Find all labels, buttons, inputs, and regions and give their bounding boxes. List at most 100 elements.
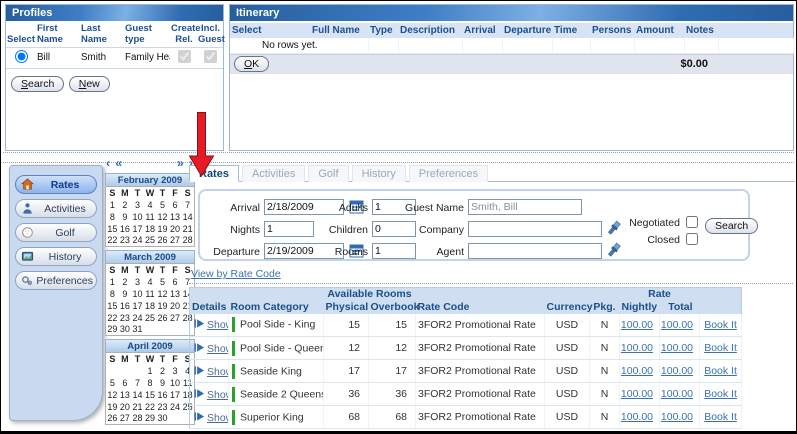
calendar-day[interactable]: 16: [119, 223, 132, 235]
calendar-day[interactable]: 5: [156, 199, 169, 211]
calendar-day[interactable]: 17: [131, 223, 144, 235]
calendar-day[interactable]: 27: [119, 413, 132, 425]
calendar-day[interactable]: 24: [131, 235, 144, 247]
calendar-day[interactable]: 7: [181, 199, 194, 211]
calendar-day[interactable]: 1: [106, 199, 119, 211]
sidebar-item-preferences[interactable]: Preferences: [15, 271, 97, 290]
calendar-day[interactable]: 19: [156, 223, 169, 235]
tab-rates[interactable]: Rates: [189, 165, 239, 182]
calendar-day[interactable]: 16: [156, 389, 169, 401]
book-it-link[interactable]: Book It: [704, 365, 737, 377]
calendar-day[interactable]: 19: [106, 401, 119, 413]
show-details-link[interactable]: Show: [194, 366, 229, 378]
total-rate-link[interactable]: 100.00: [661, 319, 693, 331]
calendar-day[interactable]: 30: [119, 324, 132, 336]
total-rate-link[interactable]: 100.00: [661, 411, 693, 423]
calendar-day[interactable]: 27: [169, 235, 182, 247]
agent-input[interactable]: [468, 243, 602, 259]
calendar-day[interactable]: 4: [144, 276, 157, 288]
calendar-day[interactable]: 13: [119, 389, 132, 401]
calendar-day[interactable]: 11: [144, 211, 157, 223]
tab-history[interactable]: History: [352, 165, 406, 182]
calendar-day[interactable]: 6: [169, 199, 182, 211]
calendar-day[interactable]: 1: [106, 276, 119, 288]
calendar-day[interactable]: 18: [144, 300, 157, 312]
show-details-link[interactable]: Show: [194, 389, 229, 401]
calendar-day[interactable]: 29: [144, 413, 157, 425]
calendar-day[interactable]: 8: [144, 377, 157, 389]
calendar-day[interactable]: 12: [156, 211, 169, 223]
calendar-day[interactable]: 13: [169, 211, 182, 223]
calendar-day[interactable]: 28: [131, 413, 144, 425]
calendar-day[interactable]: 12: [106, 389, 119, 401]
calendar-day[interactable]: 12: [156, 288, 169, 300]
calendar-day[interactable]: 17: [169, 389, 182, 401]
calendar-day[interactable]: 9: [119, 211, 132, 223]
calendar-day[interactable]: 10: [169, 377, 182, 389]
calendar-day[interactable]: 6: [119, 377, 132, 389]
calendar-day[interactable]: 13: [169, 288, 182, 300]
calendar-day[interactable]: 28: [181, 235, 194, 247]
sidebar-item-rates[interactable]: Rates: [15, 175, 97, 194]
calendar-day[interactable]: 31: [131, 324, 144, 336]
calendar-day[interactable]: 14: [131, 389, 144, 401]
calendar-day[interactable]: 3: [131, 276, 144, 288]
calendar-day[interactable]: 30: [156, 413, 169, 425]
profile-select-radio[interactable]: [15, 50, 28, 63]
sidebar-item-history[interactable]: History: [15, 247, 97, 266]
show-details-link[interactable]: Show: [194, 412, 229, 424]
negotiated-checkbox[interactable]: [686, 216, 698, 228]
nightly-rate-link[interactable]: 100.00: [621, 411, 653, 423]
book-it-link[interactable]: Book It: [704, 388, 737, 400]
profiles-search-button[interactable]: Search: [11, 76, 64, 92]
closed-checkbox[interactable]: [686, 233, 698, 245]
tab-activities[interactable]: Activities: [242, 165, 305, 182]
calendar-day[interactable]: 1: [144, 365, 157, 377]
calendar-day[interactable]: 22: [144, 401, 157, 413]
calendar-day[interactable]: 15: [144, 389, 157, 401]
calendar-day[interactable]: 25: [144, 235, 157, 247]
nightly-rate-link[interactable]: 100.00: [621, 388, 653, 400]
calendar-day[interactable]: 26: [156, 312, 169, 324]
rate-search-button[interactable]: Search: [705, 218, 758, 234]
calendar-day[interactable]: 18: [144, 223, 157, 235]
calendar-day[interactable]: 26: [106, 413, 119, 425]
book-it-link[interactable]: Book It: [704, 411, 737, 423]
nights-input[interactable]: [264, 221, 314, 237]
calendar-day[interactable]: 26: [156, 235, 169, 247]
calendar-day[interactable]: 5: [106, 377, 119, 389]
book-it-link[interactable]: Book It: [704, 342, 737, 354]
calendar-day[interactable]: 3: [131, 199, 144, 211]
calendar-day[interactable]: 2: [156, 365, 169, 377]
nightly-rate-link[interactable]: 100.00: [621, 365, 653, 377]
calendar-day[interactable]: 14: [181, 211, 194, 223]
calendar-day[interactable]: 25: [144, 312, 157, 324]
calendar-day[interactable]: 20: [169, 300, 182, 312]
calendar-day[interactable]: 23: [156, 401, 169, 413]
calendar-day[interactable]: 23: [119, 312, 132, 324]
itinerary-ok-button[interactable]: OK: [234, 56, 269, 72]
tab-preferences[interactable]: Preferences: [409, 165, 488, 182]
calendar-day[interactable]: 7: [131, 377, 144, 389]
calendar-day[interactable]: 22: [106, 312, 119, 324]
calendar-day[interactable]: 10: [131, 288, 144, 300]
calendar-day[interactable]: 17: [131, 300, 144, 312]
sidebar-item-golf[interactable]: Golf: [15, 223, 97, 242]
company-input[interactable]: [468, 221, 602, 237]
calendar-day[interactable]: 16: [119, 300, 132, 312]
calendar-day[interactable]: 20: [119, 401, 132, 413]
tab-golf[interactable]: Golf: [308, 165, 348, 182]
calendar-day[interactable]: 11: [144, 288, 157, 300]
calendar-day[interactable]: 3: [169, 365, 182, 377]
calendar-day[interactable]: 10: [131, 211, 144, 223]
book-it-link[interactable]: Book It: [704, 319, 737, 331]
profiles-new-button[interactable]: New: [69, 76, 110, 92]
calendar-day[interactable]: 8: [106, 288, 119, 300]
calendar-day[interactable]: 19: [156, 300, 169, 312]
sidebar-item-activities[interactable]: Activities: [15, 199, 97, 218]
calendar-day[interactable]: 21: [131, 401, 144, 413]
nightly-rate-link[interactable]: 100.00: [621, 342, 653, 354]
calendar-day[interactable]: 9: [119, 288, 132, 300]
calendar-prev-nav[interactable]: ‹ «: [106, 157, 123, 170]
calendar-day[interactable]: 2: [119, 276, 132, 288]
